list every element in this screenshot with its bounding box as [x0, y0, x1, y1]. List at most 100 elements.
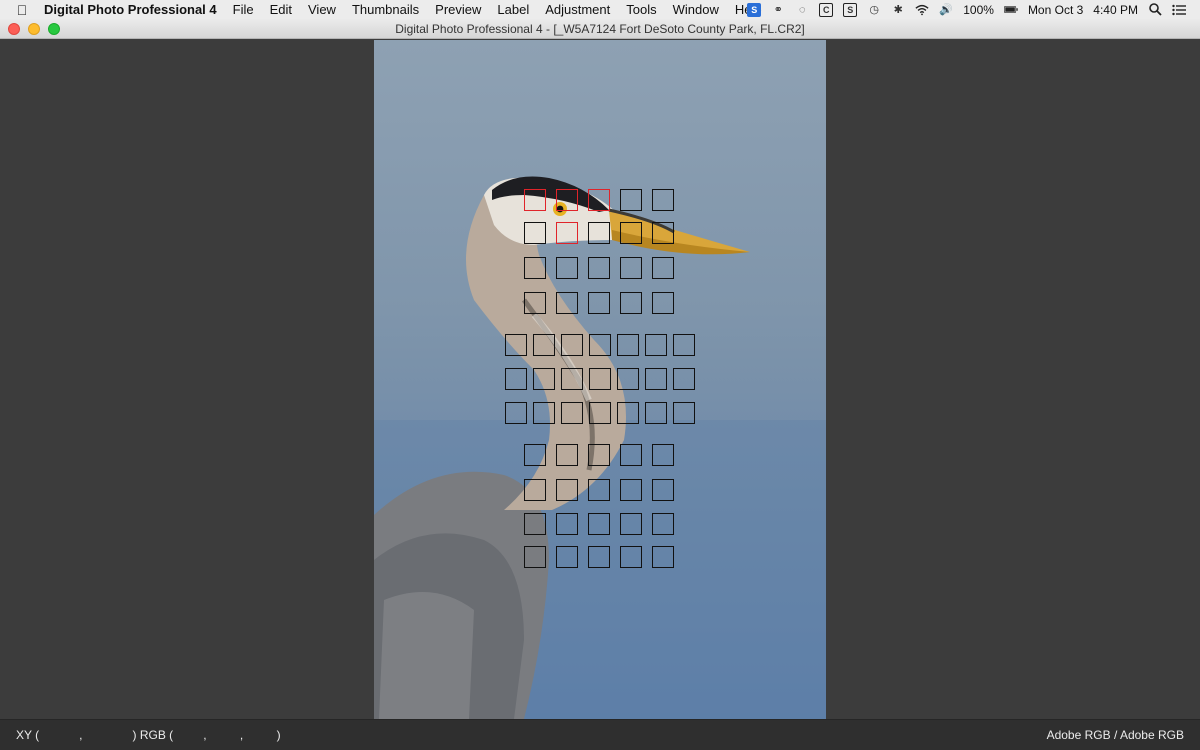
- window-title: Digital Photo Professional 4 - [_W5A7124…: [395, 21, 805, 36]
- af-point-active: [524, 189, 546, 211]
- clock-time[interactable]: 4:40 PM: [1093, 3, 1138, 17]
- af-point: [620, 292, 642, 314]
- af-point: [652, 479, 674, 501]
- battery-icon[interactable]: [1003, 3, 1018, 16]
- af-point: [652, 546, 674, 568]
- xy-separator: ,: [79, 728, 83, 742]
- af-point: [588, 292, 610, 314]
- af-point: [588, 222, 610, 244]
- af-point: [505, 402, 527, 424]
- af-point: [620, 222, 642, 244]
- menu-bar:  Digital Photo Professional 4 File Edit…: [0, 0, 1200, 19]
- rgb-close: ): [276, 728, 281, 742]
- sync-icon[interactable]: ◌: [795, 3, 809, 16]
- af-points-overlay: [374, 40, 826, 719]
- af-point: [556, 257, 578, 279]
- rgb-label: RGB (: [139, 728, 174, 742]
- af-point: [524, 546, 546, 568]
- af-point: [620, 479, 642, 501]
- af-point: [645, 334, 667, 356]
- af-point: [588, 479, 610, 501]
- rgb-separator-1: ,: [203, 728, 207, 742]
- battery-percent: 100%: [963, 2, 994, 17]
- af-point: [533, 368, 555, 390]
- af-point: [524, 222, 546, 244]
- af-point: [652, 444, 674, 466]
- af-point: [588, 444, 610, 466]
- menu-tools[interactable]: Tools: [626, 2, 656, 17]
- menu-app-name[interactable]: Digital Photo Professional 4: [44, 2, 217, 17]
- status-menu-area: S ⚭ ◌ C S ◷ ✱ 🔊 100% Mon Oct 3 4:40 PM: [747, 0, 1200, 19]
- af-point: [620, 189, 642, 211]
- wifi-icon[interactable]: [915, 3, 929, 16]
- pixel-readout: XY ( , ) RGB ( , , ): [16, 728, 281, 742]
- notification-center-icon[interactable]: [1172, 3, 1186, 16]
- af-point: [589, 402, 611, 424]
- af-point: [645, 368, 667, 390]
- menu-view[interactable]: View: [308, 2, 336, 17]
- af-point: [589, 368, 611, 390]
- af-point: [533, 402, 555, 424]
- af-point: [652, 292, 674, 314]
- af-point-active: [556, 222, 578, 244]
- xy-close: ): [132, 728, 137, 742]
- rgb-separator-2: ,: [239, 728, 244, 742]
- af-point: [620, 546, 642, 568]
- af-point: [556, 513, 578, 535]
- menu-thumbnails[interactable]: Thumbnails: [352, 2, 419, 17]
- af-point: [673, 402, 695, 424]
- af-point: [652, 189, 674, 211]
- af-point: [588, 257, 610, 279]
- af-point: [524, 513, 546, 535]
- color-space-label: Adobe RGB / Adobe RGB: [1046, 728, 1184, 742]
- dropbox-icon[interactable]: S: [747, 2, 762, 17]
- af-point: [588, 546, 610, 568]
- af-point: [561, 402, 583, 424]
- af-point: [617, 402, 639, 424]
- af-point: [524, 444, 546, 466]
- af-point: [673, 368, 695, 390]
- creative-cloud-icon[interactable]: ⚭: [771, 3, 785, 16]
- photo-preview[interactable]: [374, 40, 826, 719]
- af-point: [620, 444, 642, 466]
- af-point: [505, 334, 527, 356]
- af-point: [524, 479, 546, 501]
- bluetooth-icon[interactable]: ✱: [891, 3, 905, 16]
- menu-edit[interactable]: Edit: [270, 2, 292, 17]
- af-point: [524, 292, 546, 314]
- af-point: [505, 368, 527, 390]
- xy-label: XY (: [16, 728, 40, 742]
- apple-logo-icon[interactable]: : [0, 2, 44, 18]
- menu-adjustment[interactable]: Adjustment: [545, 2, 610, 17]
- image-viewer[interactable]: [0, 40, 1200, 719]
- close-window-button[interactable]: [8, 23, 20, 35]
- af-point: [673, 334, 695, 356]
- menu-preview[interactable]: Preview: [435, 2, 481, 17]
- af-point: [588, 513, 610, 535]
- spotlight-search-icon[interactable]: [1148, 3, 1162, 16]
- minimize-window-button[interactable]: [28, 23, 40, 35]
- menu-file[interactable]: File: [233, 2, 254, 17]
- af-point-active: [588, 189, 610, 211]
- time-machine-icon[interactable]: ◷: [867, 3, 881, 16]
- af-point: [589, 334, 611, 356]
- af-point: [556, 479, 578, 501]
- af-point: [652, 257, 674, 279]
- s-app-icon[interactable]: S: [843, 2, 858, 17]
- af-point: [652, 222, 674, 244]
- menu-window[interactable]: Window: [673, 2, 719, 17]
- af-point: [556, 292, 578, 314]
- af-point: [617, 334, 639, 356]
- af-point: [561, 334, 583, 356]
- window-controls: [8, 23, 60, 35]
- menu-label[interactable]: Label: [497, 2, 529, 17]
- af-point: [561, 368, 583, 390]
- volume-icon[interactable]: 🔊: [939, 3, 953, 16]
- af-point: [620, 257, 642, 279]
- c-app-icon[interactable]: C: [819, 2, 834, 17]
- zoom-window-button[interactable]: [48, 23, 60, 35]
- clock-date[interactable]: Mon Oct 3: [1028, 3, 1083, 17]
- af-point: [556, 444, 578, 466]
- status-bar: XY ( , ) RGB ( , , ) Adobe RGB / Adobe R…: [0, 719, 1200, 750]
- af-point: [620, 513, 642, 535]
